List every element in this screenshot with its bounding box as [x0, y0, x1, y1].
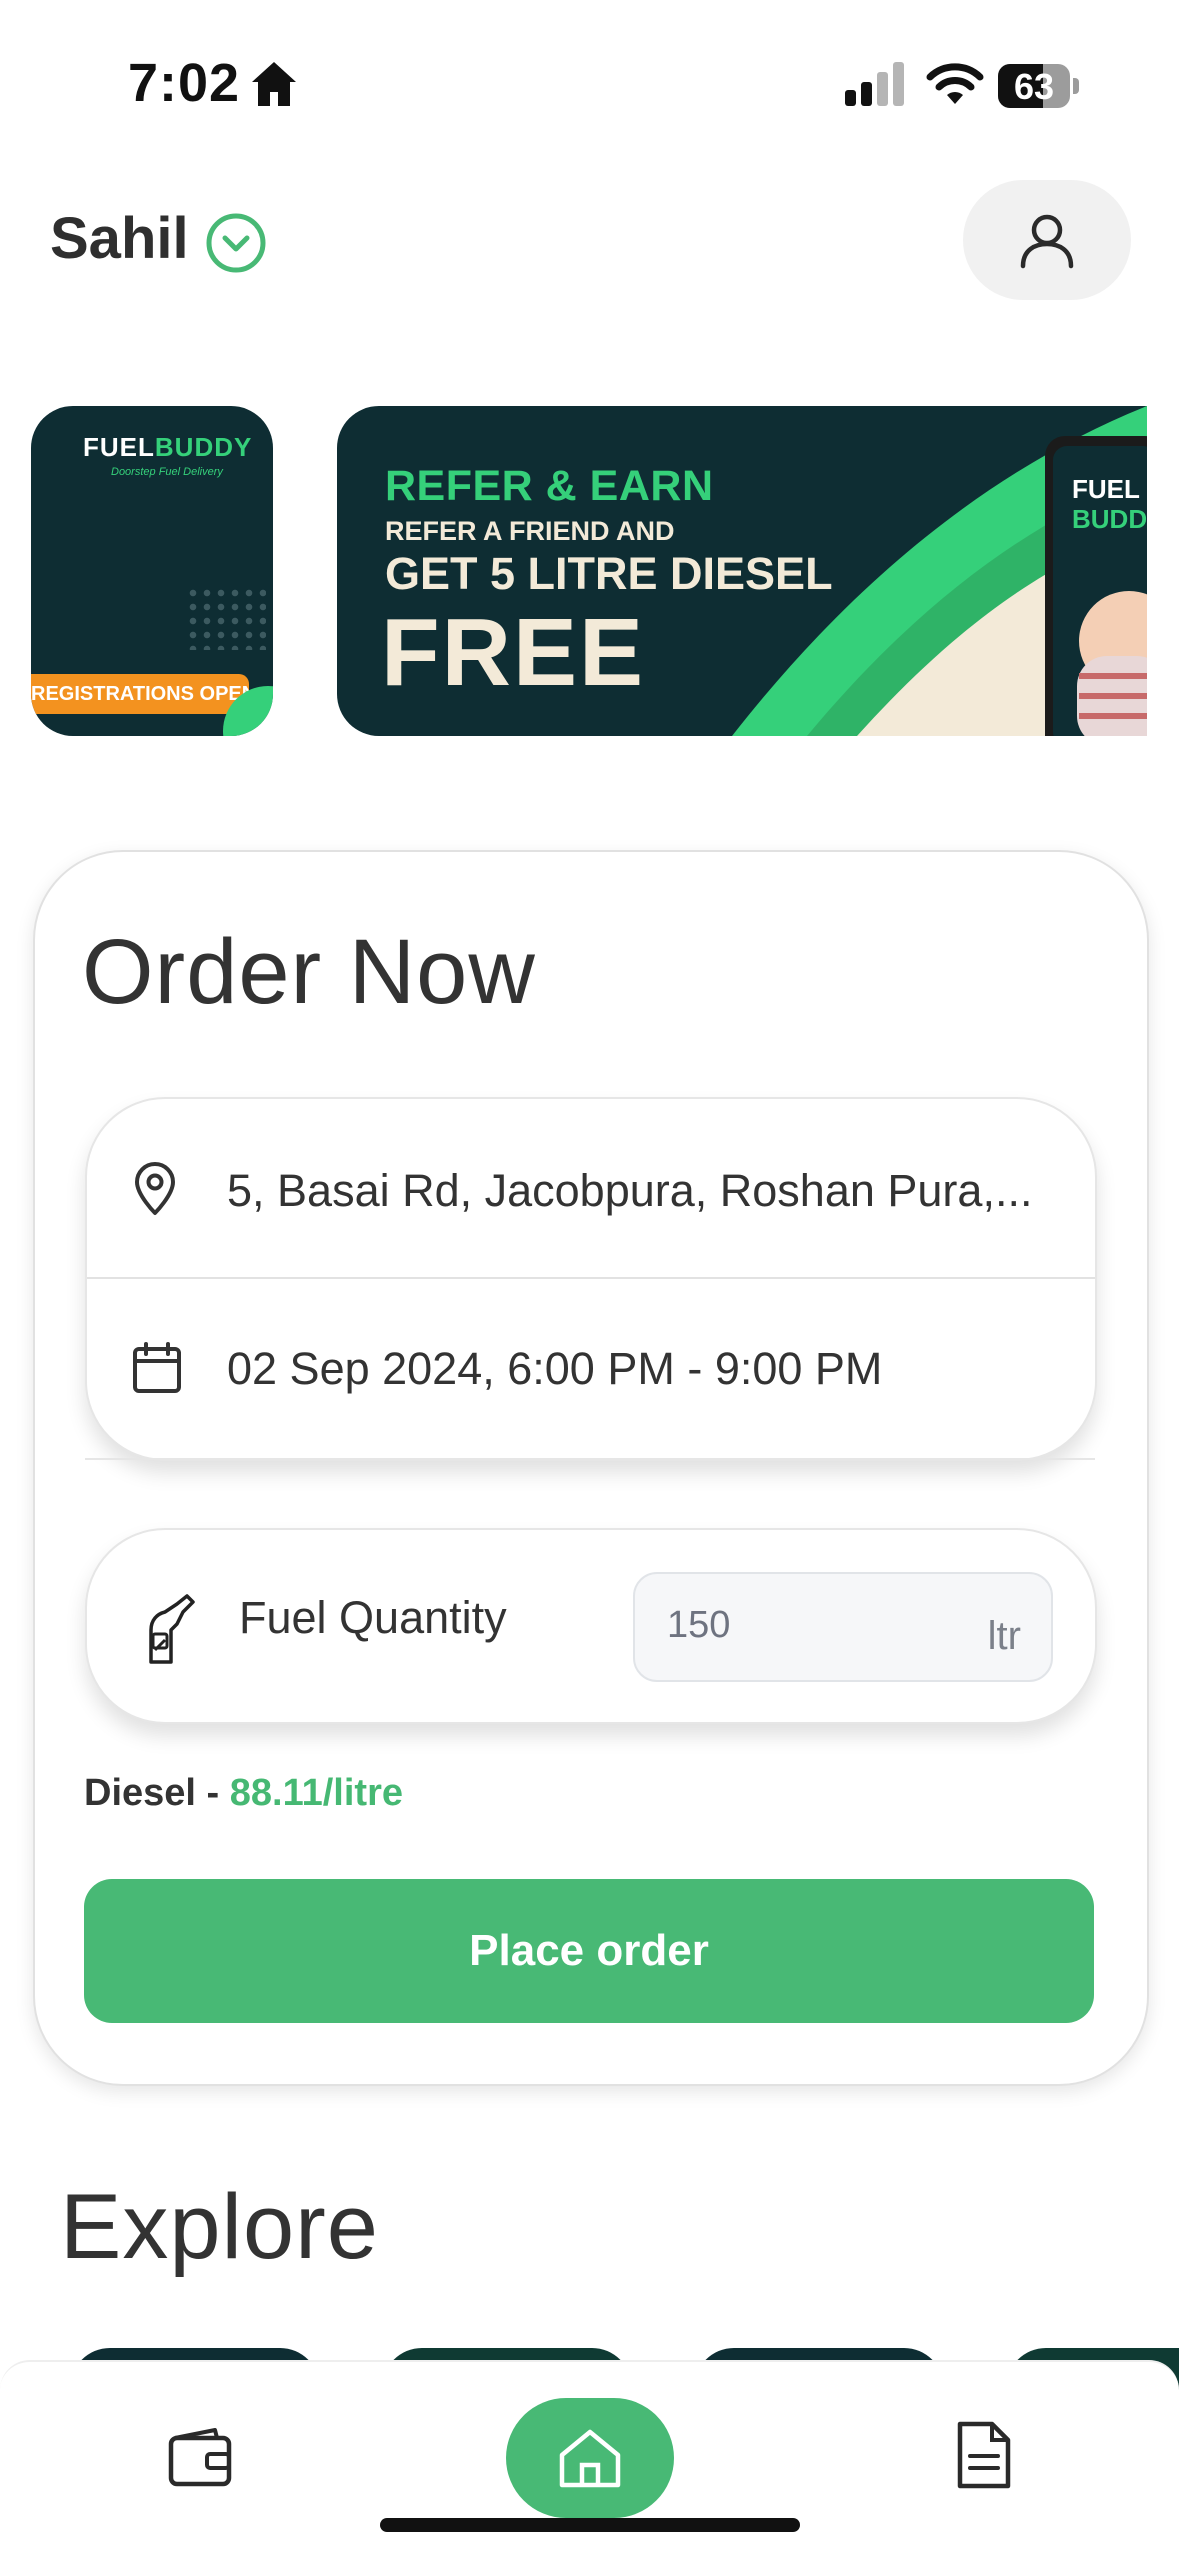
wifi-icon — [926, 63, 984, 104]
banner-tagline: Doorstep Fuel Delivery — [111, 466, 223, 478]
wallet-icon[interactable] — [167, 2428, 233, 2488]
registrations-badge: REGISTRATIONS OPEN — [31, 674, 249, 714]
battery-icon: 63 — [998, 64, 1080, 108]
divider — [85, 1458, 1095, 1460]
banner-line-3: FREE — [381, 599, 646, 706]
fuel-price: Diesel - 88.11/litre — [84, 1772, 403, 1814]
banner-line-1: REFER A FRIEND AND — [385, 516, 675, 546]
delivery-details-card: 5, Basai Rd, Jacobpura, Roshan Pura,... … — [85, 1097, 1097, 1461]
promo-banner-registrations[interactable]: FUELBUDDY Doorstep Fuel Delivery REGISTR… — [31, 406, 273, 736]
location-pin-icon — [135, 1162, 175, 1215]
price-per-litre: 88.11/litre — [229, 1772, 403, 1814]
calendar-icon — [133, 1342, 181, 1393]
fuel-nozzle-icon — [149, 1594, 195, 1664]
dot-pattern — [186, 586, 266, 650]
fuel-quantity-label: Fuel Quantity — [239, 1592, 507, 1643]
signal-icon — [845, 62, 904, 106]
phone-logo: FUEL BUDD — [1072, 474, 1147, 534]
promo-banner-refer[interactable]: REFER & EARN REFER A FRIEND AND GET 5 LI… — [337, 406, 1147, 736]
fuel-type: Diesel — [84, 1772, 196, 1814]
fuel-quantity-input[interactable]: 150 ltr — [633, 1572, 1053, 1682]
banner-line-2: GET 5 LITRE DIESEL — [385, 548, 833, 599]
status-time: 7:02 — [128, 53, 241, 113]
quantity-unit: ltr — [987, 1614, 1021, 1658]
delivery-slot-field[interactable]: 02 Sep 2024, 6:00 PM - 9:00 PM — [227, 1343, 882, 1395]
banner-headline: REFER & EARN — [385, 462, 714, 510]
quantity-value: 150 — [667, 1604, 731, 1646]
user-name[interactable]: Sahil — [50, 205, 189, 272]
banner-logo: FUELBUDDY — [83, 432, 253, 462]
user-icon — [1020, 214, 1074, 269]
home-icon — [559, 2429, 621, 2488]
place-order-button[interactable]: Place order — [84, 1879, 1094, 2023]
home-indicator — [380, 2518, 800, 2532]
battery-level: 63 — [1013, 66, 1055, 107]
nav-home-button[interactable] — [506, 2398, 674, 2518]
order-title: Order Now — [82, 921, 536, 1023]
fuel-quantity-card: Fuel Quantity 150 ltr — [85, 1528, 1097, 1724]
explore-title: Explore — [60, 2176, 379, 2278]
document-icon[interactable] — [954, 2420, 1014, 2490]
home-status-icon — [252, 62, 296, 106]
divider — [87, 1277, 1095, 1279]
chevron-down-icon[interactable] — [205, 212, 267, 274]
profile-button[interactable] — [963, 180, 1131, 300]
address-field[interactable]: 5, Basai Rd, Jacobpura, Roshan Pura,... — [227, 1165, 1047, 1217]
